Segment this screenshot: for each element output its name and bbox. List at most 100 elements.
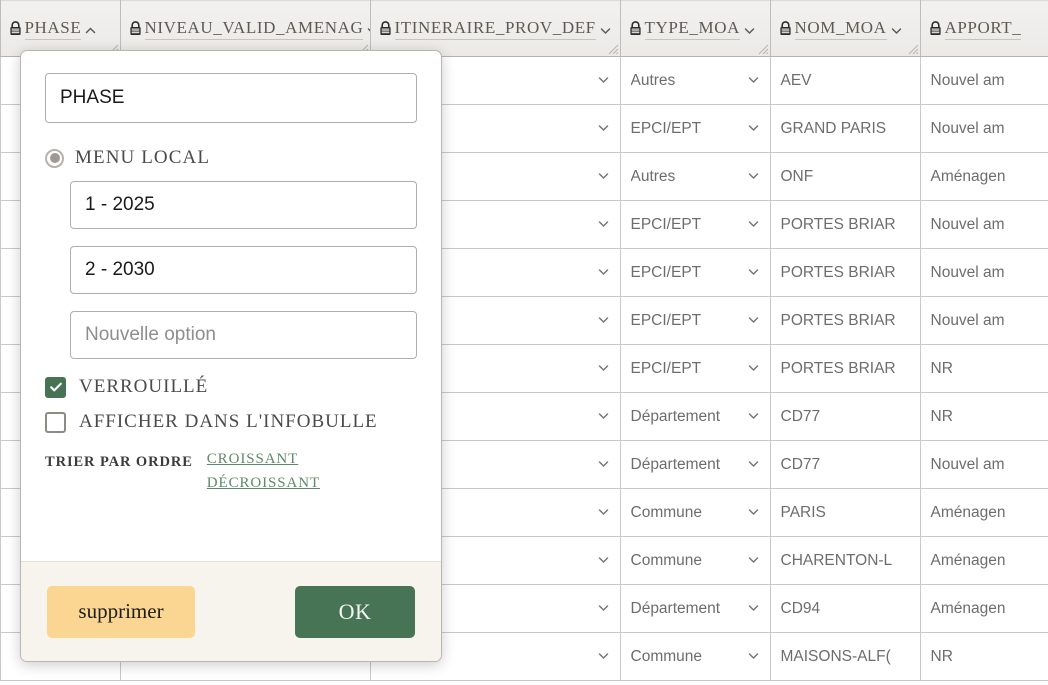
chevron-down-icon[interactable] xyxy=(597,265,610,280)
cell-type-moa[interactable]: EPCI/EPT xyxy=(620,297,770,345)
column-header-niveau-valid-amenag[interactable]: NIVEAU_VALID_AMENAG xyxy=(120,1,370,57)
checkbox-row-verrouille[interactable]: VERROUILLÉ xyxy=(45,376,417,398)
cell-apport: Aménagen xyxy=(920,153,1048,201)
checkbox-verrouille[interactable] xyxy=(45,377,66,398)
cell-type-moa[interactable]: Département xyxy=(620,585,770,633)
dialog-body: PHASE MENU LOCAL 1 - 2025 2 - 2030 Nouve… xyxy=(21,51,441,561)
cell-text: Autres xyxy=(631,168,676,186)
source-type-menu-local-row[interactable]: MENU LOCAL xyxy=(45,147,417,169)
chevron-down-icon[interactable] xyxy=(747,361,760,376)
chevron-down-icon[interactable] xyxy=(747,457,760,472)
cell-type-moa[interactable]: Département xyxy=(620,441,770,489)
dialog-footer: supprimer OK xyxy=(21,561,441,661)
chevron-down-icon[interactable] xyxy=(597,217,610,232)
chevron-down-icon[interactable] xyxy=(890,22,903,35)
chevron-down-icon[interactable] xyxy=(747,265,760,280)
cell-apport: NR xyxy=(920,633,1048,681)
cell-text: Département xyxy=(631,456,721,474)
chevron-down-icon[interactable] xyxy=(597,553,610,568)
chevron-down-icon[interactable] xyxy=(747,649,760,664)
cell-type-moa[interactable]: Commune xyxy=(620,537,770,585)
checkbox-afficher-infobulle[interactable] xyxy=(45,412,66,433)
cell-type-moa[interactable]: Commune xyxy=(620,633,770,681)
column-settings-dialog: PHASE MENU LOCAL 1 - 2025 2 - 2030 Nouve… xyxy=(20,50,442,662)
chevron-down-icon[interactable] xyxy=(597,169,610,184)
option-input-1[interactable]: 1 - 2025 xyxy=(70,181,417,229)
chevron-down-icon[interactable] xyxy=(747,553,760,568)
column-resize-handle[interactable] xyxy=(905,41,919,55)
cell-text: Département xyxy=(631,600,721,618)
cell-type-moa[interactable]: Commune xyxy=(620,489,770,537)
chevron-down-icon[interactable] xyxy=(597,505,610,520)
cell-apport: Nouvel am xyxy=(920,297,1048,345)
chevron-down-icon[interactable] xyxy=(597,121,610,136)
chevron-down-icon[interactable] xyxy=(747,73,760,88)
checkbox-afficher-infobulle-label: AFFICHER DANS L'INFOBULLE xyxy=(79,411,378,433)
chevron-down-icon[interactable] xyxy=(747,313,760,328)
chevron-down-icon[interactable] xyxy=(747,169,760,184)
cell-nom-moa: PORTES BRIAR xyxy=(770,201,920,249)
chevron-down-icon[interactable] xyxy=(743,22,756,35)
lock-icon xyxy=(379,21,392,36)
chevron-down-icon[interactable] xyxy=(597,601,610,616)
field-name-input[interactable]: PHASE xyxy=(45,73,417,123)
chevron-down-icon[interactable] xyxy=(597,649,610,664)
cell-apport: Nouvel am xyxy=(920,201,1048,249)
cell-type-moa[interactable]: Autres xyxy=(620,153,770,201)
column-header-label: ITINERAIRE_PROV_DEF xyxy=(395,18,596,40)
cell-apport: Nouvel am xyxy=(920,441,1048,489)
chevron-down-icon[interactable] xyxy=(747,601,760,616)
chevron-up-icon[interactable] xyxy=(84,22,97,35)
cell-type-moa[interactable]: Autres xyxy=(620,57,770,105)
cell-apport: Aménagen xyxy=(920,585,1048,633)
cell-nom-moa: CD94 xyxy=(770,585,920,633)
chevron-down-icon[interactable] xyxy=(747,217,760,232)
chevron-down-icon[interactable] xyxy=(599,22,612,35)
column-resize-handle[interactable] xyxy=(605,41,619,55)
lock-icon xyxy=(929,21,942,36)
cell-text: EPCI/EPT xyxy=(631,264,702,282)
chevron-down-icon[interactable] xyxy=(747,409,760,424)
checkbox-row-afficher-infobulle[interactable]: AFFICHER DANS L'INFOBULLE xyxy=(45,411,417,433)
radio-menu-local[interactable] xyxy=(45,149,64,168)
option-input-2[interactable]: 2 - 2030 xyxy=(70,246,417,294)
cell-text: EPCI/EPT xyxy=(631,312,702,330)
cell-nom-moa: CD77 xyxy=(770,393,920,441)
column-header-apport[interactable]: APPORT_ xyxy=(920,1,1048,57)
cell-type-moa[interactable]: EPCI/EPT xyxy=(620,201,770,249)
chevron-down-icon[interactable] xyxy=(597,409,610,424)
cell-apport: NR xyxy=(920,345,1048,393)
cell-nom-moa: PARIS xyxy=(770,489,920,537)
sort-descending-link[interactable]: DÉCROISSANT xyxy=(207,475,320,492)
cell-nom-moa: ONF xyxy=(770,153,920,201)
chevron-down-icon[interactable] xyxy=(597,73,610,88)
cell-type-moa[interactable]: EPCI/EPT xyxy=(620,105,770,153)
cell-nom-moa: PORTES BRIAR xyxy=(770,297,920,345)
column-header-itineraire-prov-def[interactable]: ITINERAIRE_PROV_DEF xyxy=(370,1,620,57)
cell-nom-moa: CD77 xyxy=(770,441,920,489)
new-option-input[interactable]: Nouvelle option xyxy=(70,311,417,359)
sort-ascending-link[interactable]: CROISSANT xyxy=(207,451,320,468)
chevron-down-icon[interactable] xyxy=(597,457,610,472)
cell-type-moa[interactable]: EPCI/EPT xyxy=(620,345,770,393)
column-header-nom-moa[interactable]: NOM_MOA xyxy=(770,1,920,57)
lock-icon xyxy=(779,21,792,36)
chevron-down-icon[interactable] xyxy=(747,121,760,136)
chevron-down-icon[interactable] xyxy=(747,505,760,520)
cell-apport: Aménagen xyxy=(920,489,1048,537)
cell-text: Commune xyxy=(631,648,703,666)
column-header-label: PHASE xyxy=(25,18,82,40)
chevron-down-icon[interactable] xyxy=(597,361,610,376)
column-header-phase[interactable]: PHASE xyxy=(0,1,120,57)
cell-nom-moa: PORTES BRIAR xyxy=(770,345,920,393)
delete-button[interactable]: supprimer xyxy=(47,586,195,638)
sort-section-label: TRIER PAR ORDRE xyxy=(45,451,193,471)
cell-type-moa[interactable]: EPCI/EPT xyxy=(620,249,770,297)
cell-type-moa[interactable]: Département xyxy=(620,393,770,441)
column-resize-handle[interactable] xyxy=(755,41,769,55)
ok-button[interactable]: OK xyxy=(295,586,415,638)
chevron-down-icon[interactable] xyxy=(597,313,610,328)
column-header-label: NOM_MOA xyxy=(795,18,887,40)
column-header-label: TYPE_MOA xyxy=(645,18,740,40)
column-header-type-moa[interactable]: TYPE_MOA xyxy=(620,1,770,57)
